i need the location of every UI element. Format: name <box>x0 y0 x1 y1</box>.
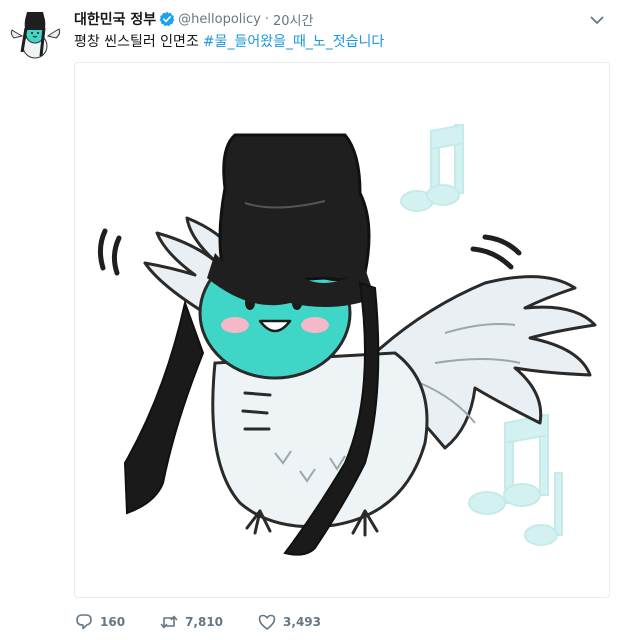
tweet-actions: 160 7,810 3,493 <box>74 608 355 636</box>
heart-icon <box>258 614 276 630</box>
avatar-mascot-icon <box>10 12 61 59</box>
tweet-header: 대한민국 정부 @hellopolicy · 20시간 <box>74 8 313 30</box>
retweet-button[interactable]: 7,810 <box>159 612 223 632</box>
tweet-text: 평창 씬스틸러 인면조 #물_들어왔을_때_노_젓습니다 <box>74 31 384 51</box>
display-name[interactable]: 대한민국 정부 <box>74 9 156 29</box>
music-note-icon <box>468 413 549 515</box>
reply-button[interactable]: 160 <box>74 612 125 632</box>
retweet-arrows-icon <box>160 615 178 629</box>
avatar[interactable] <box>8 8 62 62</box>
speech-bubble-icon <box>76 614 92 630</box>
separator-dot: · <box>264 11 269 27</box>
tweet: 대한민국 정부 @hellopolicy · 20시간 평창 씬스틸러 인면조 #… <box>0 0 617 640</box>
mascot-illustration <box>97 123 597 556</box>
tweet-text-body: 평창 씬스틸러 인면조 <box>74 34 199 50</box>
hashtag-link[interactable]: #물_들어왔을_때_노_젓습니다 <box>203 34 384 50</box>
chevron-down-icon[interactable] <box>589 12 605 28</box>
verified-badge-icon <box>159 11 175 27</box>
tweet-media[interactable] <box>74 62 610 598</box>
user-handle[interactable]: @hellopolicy <box>178 12 261 27</box>
like-button[interactable]: 3,493 <box>257 612 321 632</box>
timestamp[interactable]: 20시간 <box>273 10 313 29</box>
retweet-count: 7,810 <box>185 615 224 629</box>
music-note-icon <box>400 123 464 212</box>
like-count: 3,493 <box>283 615 321 629</box>
reply-count: 160 <box>100 615 126 629</box>
